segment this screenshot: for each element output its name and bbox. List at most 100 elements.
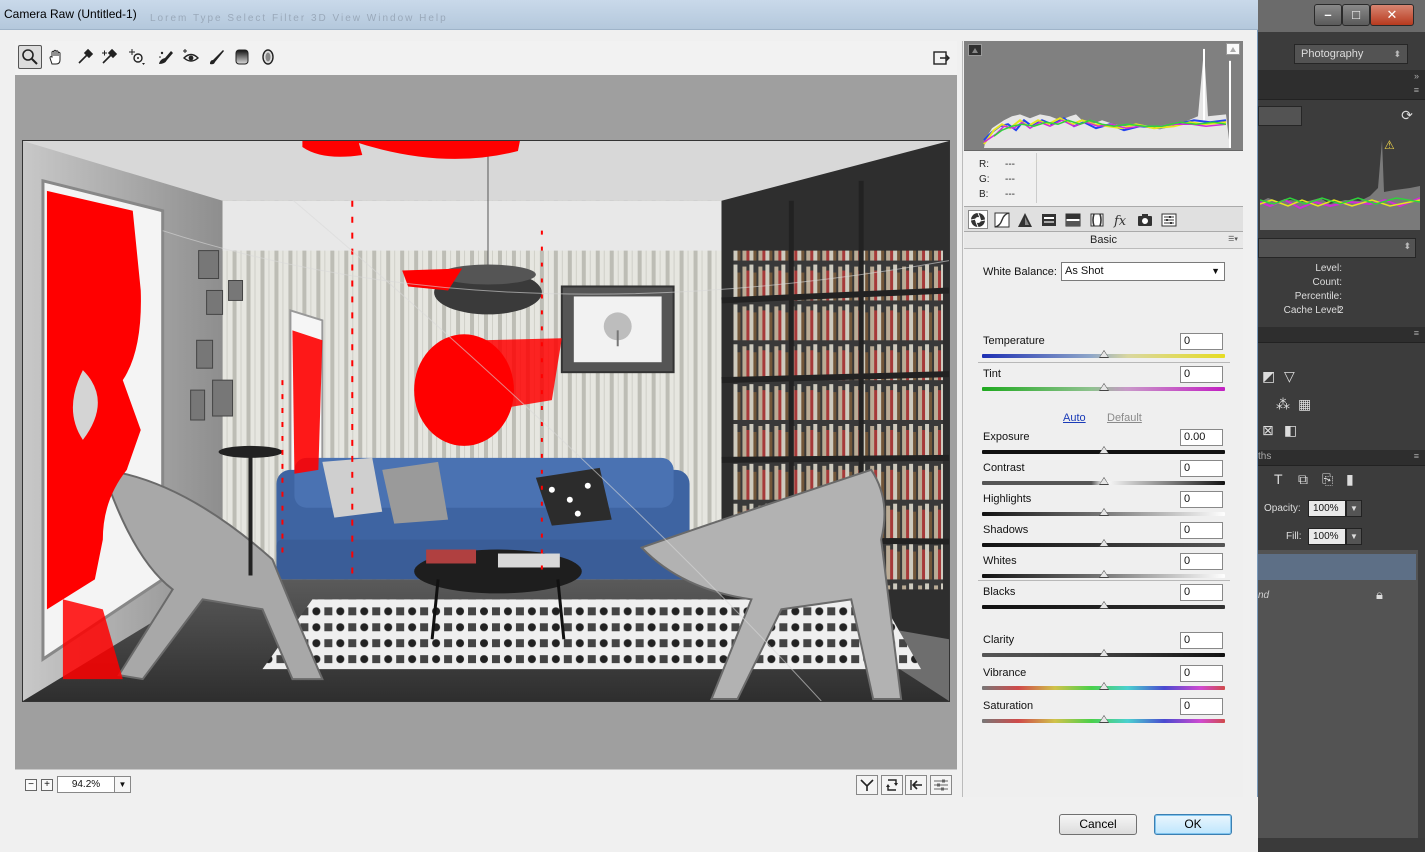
whites-slider-handle[interactable]	[1098, 570, 1109, 578]
default-link[interactable]: Default	[1107, 412, 1142, 424]
tone-curve-icon	[994, 211, 1010, 228]
saturation-value-field[interactable]: 0	[1180, 698, 1223, 715]
fill-field[interactable]: 100%	[1308, 528, 1346, 545]
spot-removal-tool[interactable]	[154, 45, 178, 69]
tab-camera-calibration[interactable]	[1135, 210, 1155, 229]
gradient-map-icon[interactable]: ◩	[1262, 368, 1275, 385]
vibrance-value-field[interactable]: 0	[1180, 665, 1223, 682]
hand-tool[interactable]	[44, 45, 68, 69]
highlight-clipping-warning-button[interactable]	[1226, 43, 1240, 55]
highlights-slider-handle[interactable]	[1098, 508, 1109, 516]
minimize-button[interactable]: –	[1314, 4, 1342, 26]
copy-settings-button[interactable]	[905, 775, 927, 795]
tint-label: Tint	[983, 368, 1001, 380]
saturation-slider-handle[interactable]	[1098, 715, 1109, 723]
zoom-level-field[interactable]: 94.2%	[57, 776, 115, 793]
whites-value-field[interactable]: 0	[1180, 553, 1223, 570]
targeted-adjustment-tool[interactable]	[125, 45, 149, 69]
white-balance-value: As Shot	[1065, 265, 1104, 277]
preview-canvas[interactable]	[15, 75, 957, 769]
threshold-icon[interactable]: ◧	[1284, 422, 1297, 439]
blacks-value-field[interactable]: 0	[1180, 584, 1223, 601]
opacity-dropdown[interactable]: ▼	[1346, 500, 1362, 517]
maximize-button[interactable]: □	[1342, 4, 1370, 26]
histogram-source-dropdown[interactable]: ⬍	[1258, 238, 1416, 258]
temperature-value-field[interactable]: 0	[1180, 333, 1223, 350]
red-eye-tool[interactable]	[179, 45, 203, 69]
preview-image[interactable]	[22, 140, 950, 702]
color-sampler-tool[interactable]	[97, 45, 121, 69]
clarity-value-field[interactable]: 0	[1180, 632, 1223, 649]
opacity-field[interactable]: 100%	[1308, 500, 1346, 517]
shadows-value-field[interactable]: 0	[1180, 522, 1223, 539]
r-value: ---	[1005, 159, 1015, 170]
vibrance-slider-handle[interactable]	[1098, 682, 1109, 690]
ok-button[interactable]: OK	[1154, 814, 1232, 835]
tab-presets[interactable]	[1159, 210, 1179, 229]
cancel-button[interactable]: Cancel	[1059, 814, 1137, 835]
tint-slider-handle[interactable]	[1098, 383, 1109, 391]
swap-settings-button[interactable]	[881, 775, 903, 795]
graduated-filter-tool[interactable]	[230, 45, 254, 69]
color-lookup-icon[interactable]: ▦	[1298, 396, 1311, 413]
contrast-slider-handle[interactable]	[1098, 477, 1109, 485]
type-filter-icon[interactable]: T	[1274, 471, 1283, 487]
layers-panel-header[interactable]: ths ≡	[1258, 450, 1425, 466]
shadow-clipping-warning-button[interactable]	[968, 44, 982, 56]
tab-hsl[interactable]	[1039, 210, 1059, 229]
tab-tone-curve[interactable]	[992, 210, 1012, 229]
tab-lens-corrections[interactable]	[1087, 210, 1107, 229]
exposure-value-field[interactable]: 0.00	[1180, 429, 1223, 446]
shadows-slider-handle[interactable]	[1098, 539, 1109, 547]
clarity-slider-handle[interactable]	[1098, 649, 1109, 657]
workspace-switcher[interactable]: Photography ⬍	[1294, 44, 1408, 64]
zoom-in-button[interactable]: +	[41, 779, 53, 791]
exposure-slider-handle[interactable]	[1098, 446, 1109, 454]
contrast-value-field[interactable]: 0	[1180, 460, 1223, 477]
menu-ghost-text: Lorem Type Select Filter 3D View Window …	[150, 13, 448, 24]
histogram-channel-dropdown[interactable]	[1258, 106, 1302, 126]
before-after-view-button[interactable]	[856, 775, 878, 795]
open-preferences-button[interactable]	[929, 46, 953, 70]
cache-warning-icon[interactable]: ⚠	[1384, 138, 1395, 152]
temperature-slider-handle[interactable]	[1098, 350, 1109, 358]
dialog-titlebar: Camera Raw (Untitled-1) Lorem Type Selec…	[0, 0, 1258, 30]
r-label: R:	[979, 159, 989, 170]
tab-split-toning[interactable]	[1063, 210, 1083, 229]
tab-effects[interactable]: fx	[1111, 210, 1131, 229]
percentile-label: Percentile:	[1294, 291, 1342, 302]
shape-filter-icon[interactable]: ⧉	[1298, 471, 1308, 488]
smart-object-filter-icon[interactable]: ⎘	[1322, 471, 1333, 488]
histogram-panel-header[interactable]: ≡	[1258, 84, 1425, 100]
blacks-slider-handle[interactable]	[1098, 601, 1109, 609]
toggle-settings-button[interactable]	[930, 775, 952, 795]
channel-mixer-icon[interactable]: ⁂	[1276, 396, 1290, 413]
white-balance-tool[interactable]	[73, 45, 97, 69]
tab-basic[interactable]	[968, 210, 988, 229]
refresh-icon[interactable]: ⟳	[1398, 106, 1416, 124]
adjustments-panel-header[interactable]: ≡	[1258, 327, 1425, 343]
triangle-icon[interactable]: ▽	[1284, 368, 1295, 385]
radial-filter-tool[interactable]	[256, 45, 280, 69]
fill-dropdown[interactable]: ▼	[1346, 528, 1362, 545]
zoom-tool[interactable]	[18, 45, 42, 69]
white-balance-select[interactable]: As Shot ▼	[1061, 262, 1225, 281]
g-label: G:	[979, 174, 990, 185]
filter-toggle-icon[interactable]: ▮	[1346, 471, 1354, 488]
highlights-value-field[interactable]: 0	[1180, 491, 1223, 508]
panel-menu-icon[interactable]: ☰▾	[1227, 236, 1239, 244]
auto-link[interactable]: Auto	[1063, 412, 1086, 424]
tab-detail[interactable]	[1015, 210, 1035, 229]
zoom-level-dropdown[interactable]: ▼	[114, 776, 131, 793]
panel-menu-icon: ≡	[1413, 85, 1419, 95]
close-button[interactable]: ✕	[1370, 4, 1414, 26]
lock-icon: 🔒︎	[1376, 587, 1383, 602]
highlights-label: Highlights	[983, 493, 1032, 505]
shadows-slider-row: Shadows 0	[964, 522, 1243, 554]
tint-value-field[interactable]: 0	[1180, 366, 1223, 383]
selected-layer-row[interactable]	[1258, 554, 1416, 580]
invert-icon[interactable]: ⊠	[1262, 422, 1274, 439]
zoom-out-button[interactable]: −	[25, 779, 37, 791]
adjustment-brush-tool[interactable]	[205, 45, 229, 69]
background-layer-row[interactable]: nd 🔒︎	[1258, 584, 1416, 608]
